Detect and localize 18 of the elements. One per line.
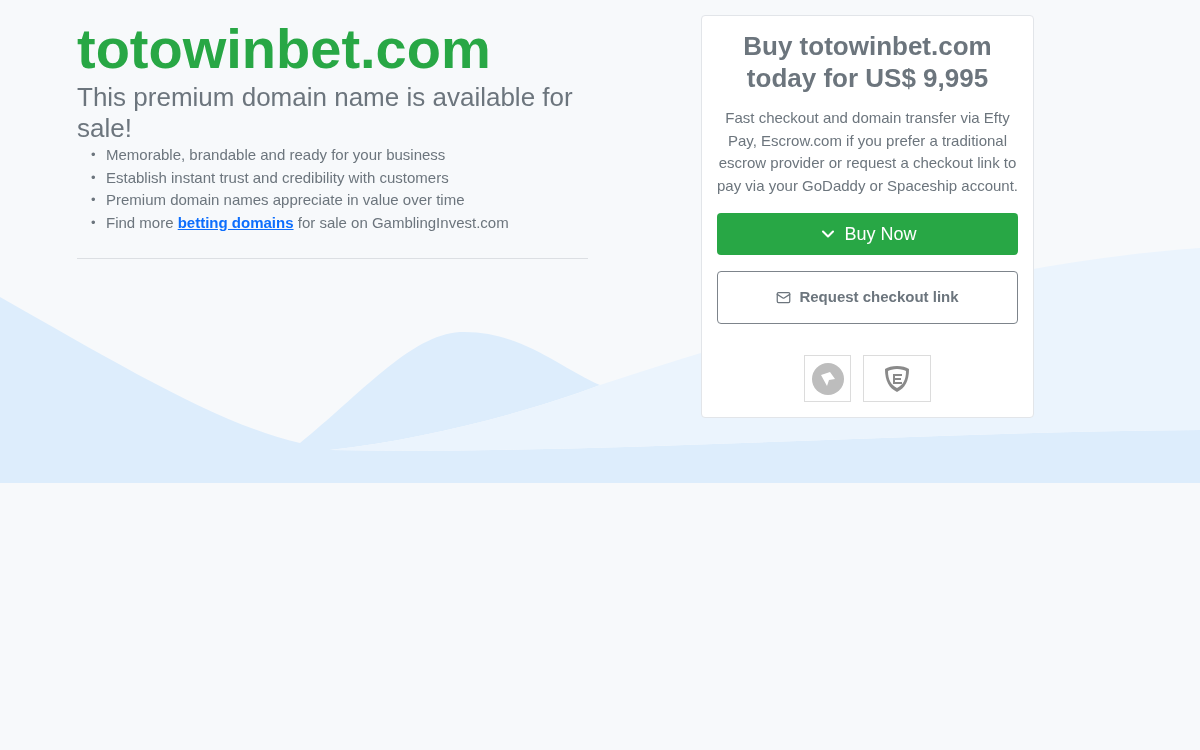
round-logo-icon: [811, 362, 844, 395]
domain-title: totowinbet.com: [77, 16, 492, 82]
list-bullet: •: [91, 146, 97, 164]
request-checkout-link-button[interactable]: Request checkout link: [717, 271, 1018, 324]
purchase-description: Fast checkout and domain transfer via Efty Pay, Escrow.com if you prefer a traditional escrow provider or request a checkout link to pay via your GoDaddy or Spaceship account.: [717, 108, 1018, 196]
envelope-icon: [776, 290, 792, 305]
purchase-title: Buy totowinbet.com today for US$ 9,995: [742, 30, 993, 94]
list-bullet: •: [91, 213, 97, 232]
feature-text: Premium domain names appreciate in value over time: [106, 190, 465, 210]
shield-icon: [884, 364, 910, 393]
list-bullet: •: [91, 168, 97, 187]
feature-text: Establish instant trust and credibility with customers: [106, 167, 449, 188]
feature-text: Find more betting domains for sale on GamblingInvest.com: [106, 212, 509, 233]
headline: This premium domain name is available for sale!: [77, 82, 574, 144]
buy-now-button[interactable]: Buy Now: [717, 213, 1018, 255]
feature-text: Memorable, brandable and ready for your business: [106, 145, 446, 165]
betting-domains-link[interactable]: betting domains: [177, 213, 294, 231]
list-bullet: •: [91, 191, 97, 209]
